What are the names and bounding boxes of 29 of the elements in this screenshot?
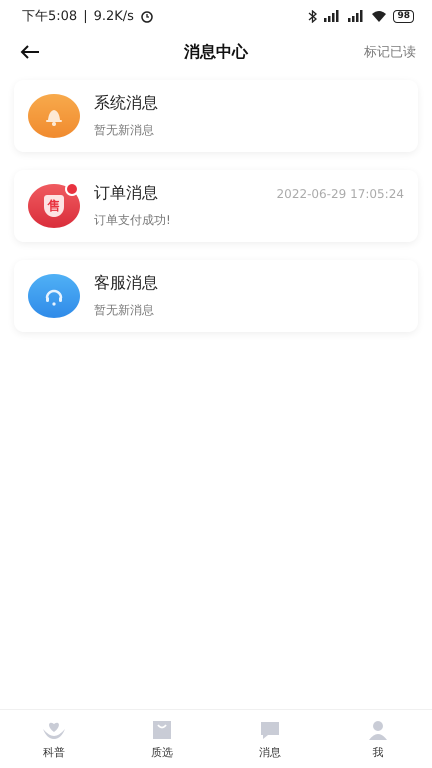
- bluetooth-icon: [308, 10, 318, 22]
- status-time: 下午5:08: [22, 8, 78, 25]
- alarm-icon: [140, 9, 154, 23]
- message-card[interactable]: 售 订单消息 2022-06-29 17:05:24 订单支付成功!: [14, 170, 418, 242]
- message-card[interactable]: 系统消息 暂无新消息: [14, 80, 418, 152]
- message-title: 订单消息: [94, 183, 158, 204]
- person-icon: [366, 718, 390, 740]
- message-preview: 暂无新消息: [94, 302, 155, 319]
- sale-badge: 售: [44, 195, 64, 217]
- status-divider: |: [83, 8, 88, 24]
- tab-item[interactable]: 我: [324, 710, 432, 768]
- message-time: 2022-06-29 17:05:24: [276, 186, 404, 200]
- message-preview: 订单支付成功!: [94, 212, 172, 229]
- message-card[interactable]: 客服消息 暂无新消息: [14, 260, 418, 332]
- bag-icon: [150, 718, 174, 740]
- signal-icon: [323, 10, 342, 22]
- tab-item[interactable]: 科普: [0, 710, 108, 768]
- mark-read-button[interactable]: 标记已读: [364, 43, 416, 61]
- message-title: 系统消息: [94, 93, 158, 114]
- signal-icon: [347, 10, 366, 22]
- network-speed: 9.2K/s: [94, 8, 134, 24]
- message-title: 客服消息: [94, 273, 158, 294]
- wifi-icon: [371, 10, 388, 22]
- tab-item[interactable]: 质选: [108, 710, 216, 768]
- message-preview: 暂无新消息: [94, 122, 155, 139]
- battery-level: 98: [393, 10, 414, 22]
- back-button[interactable]: [20, 44, 40, 60]
- tab-item[interactable]: 消息: [216, 710, 324, 768]
- page-title: 消息中心: [184, 42, 248, 62]
